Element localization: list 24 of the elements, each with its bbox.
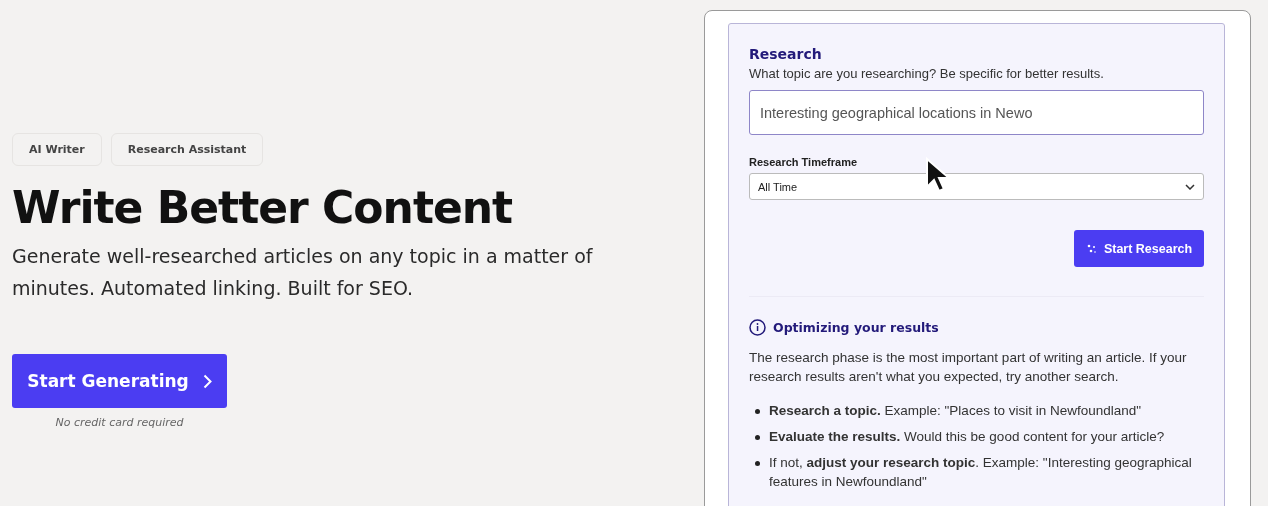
tips-intro: The research phase is the most important part of writing an article. If your research results aren't what you expected, try another search. — [749, 349, 1188, 386]
field-label: Research Timeframe — [749, 156, 859, 168]
panel-title: Research — [749, 46, 823, 62]
sparkle-icon — [1085, 243, 1097, 254]
timeframe-select[interactable]: All Time — [749, 173, 1204, 200]
bullet-dot — [755, 461, 760, 466]
topic-input[interactable]: Interesting geographical locations in Newo — [749, 90, 1204, 135]
tip-item: Evaluate the results. Would this be good content for your article? — [769, 428, 1165, 446]
tip-item: Research a topic. Example: "Places to visit in Newfoundland" — [769, 402, 1141, 420]
bullet-dot — [755, 435, 760, 440]
start-research-button[interactable]: Start Research — [1074, 230, 1204, 267]
bullet-dot — [755, 409, 760, 414]
tip-item: If not, adjust your research topic. Example: "Interesting geographical features in Newfoundland" — [769, 454, 1193, 491]
headline: Write Better Content — [12, 181, 514, 235]
chevron-down-icon — [1185, 183, 1195, 190]
start-generating-button[interactable]: Start Generating — [12, 354, 227, 408]
tag: AI Writer — [12, 133, 102, 166]
prompt-text: What topic are you researching? Be specific for better results. — [749, 66, 1105, 81]
tag: Research Assistant — [110, 133, 264, 166]
subtitle: Generate well-researched articles on any topic in a matter of minutes. Automated linking. Built for SEO. — [12, 244, 594, 301]
chevron-right-icon — [202, 373, 212, 389]
info-icon — [749, 319, 766, 336]
tips-title: Optimizing your results — [773, 320, 939, 335]
cta-note: No credit card required — [54, 416, 185, 429]
